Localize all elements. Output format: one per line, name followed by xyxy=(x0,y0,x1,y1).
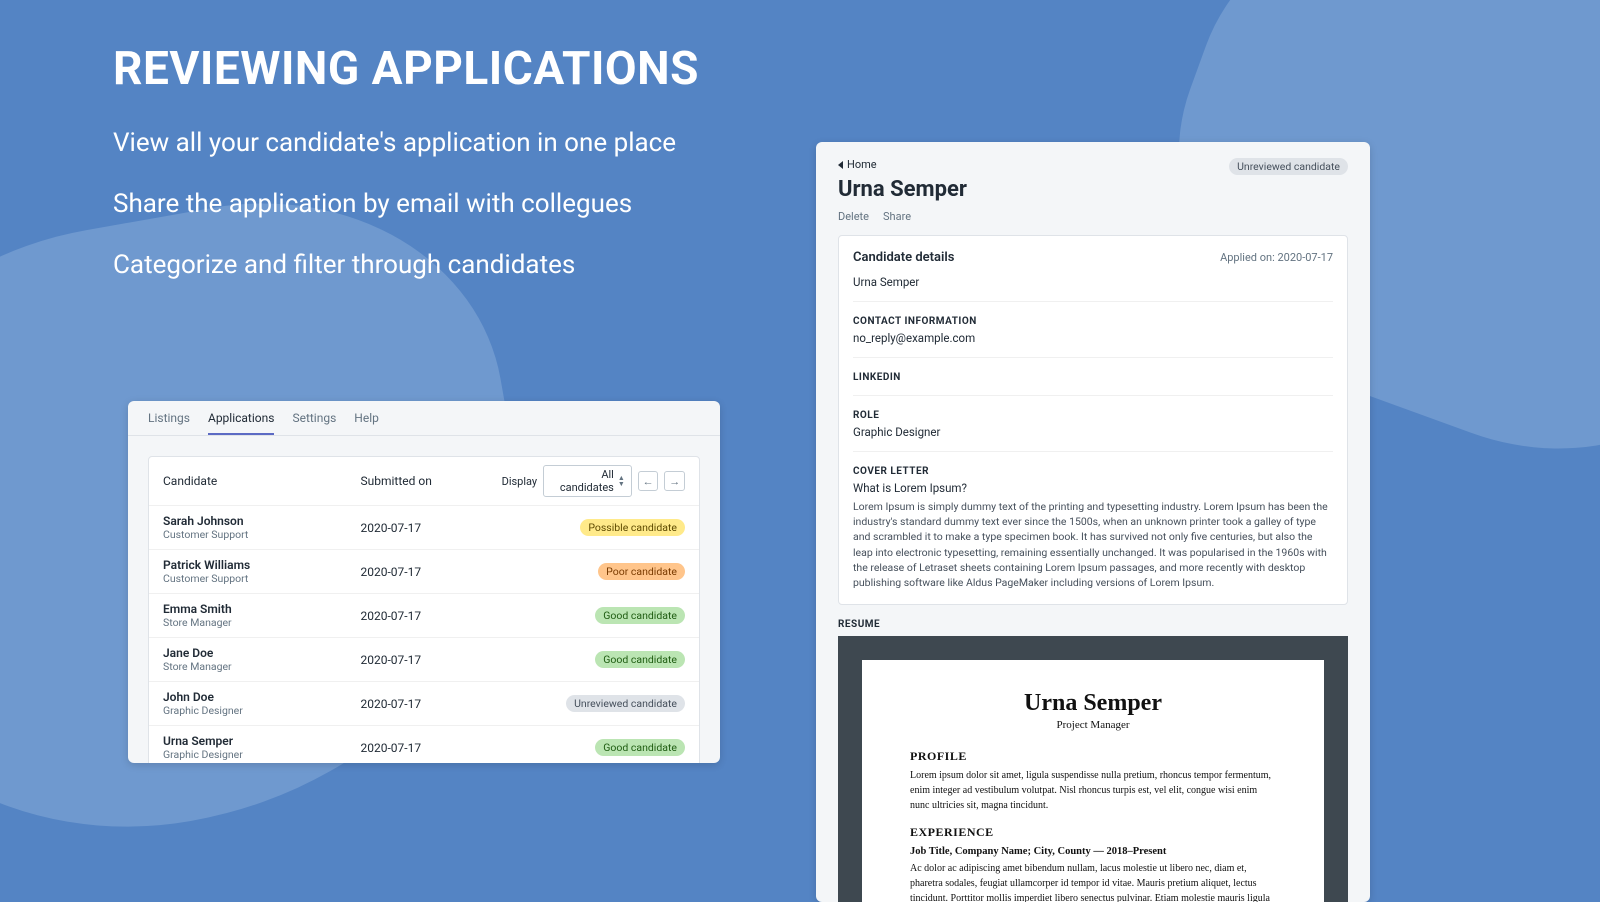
candidate-details-card: Candidate details Applied on: 2020-07-17… xyxy=(838,235,1348,605)
submitted-date: 2020-07-17 xyxy=(361,565,502,579)
hero-line: Categorize and filter through candidates xyxy=(113,246,699,285)
candidate-role: Customer Support xyxy=(163,572,361,585)
submitted-date: 2020-07-17 xyxy=(361,609,502,623)
next-page-button[interactable]: → xyxy=(664,471,685,491)
candidate-name: Jane Doe xyxy=(163,646,361,660)
resume-profile-heading: PROFILE xyxy=(910,749,1276,764)
candidate-name: Urna Semper xyxy=(853,275,1333,289)
candidate-role: Store Manager xyxy=(163,660,361,673)
candidate-name: Patrick Williams xyxy=(163,558,361,572)
tab-listings[interactable]: Listings xyxy=(148,411,190,435)
table-row[interactable]: Sarah JohnsonCustomer Support2020-07-17 P… xyxy=(149,506,699,550)
resume-role: Project Manager xyxy=(910,719,1276,731)
col-header-submitted: Submitted on xyxy=(361,474,502,488)
table-row[interactable]: Urna SemperGraphic Designer2020-07-17 Goo… xyxy=(149,726,699,763)
filter-value: All candidates xyxy=(550,468,614,494)
role-label: ROLE xyxy=(853,410,1333,421)
table-header-row: Candidate Submitted on Display All candi… xyxy=(149,457,699,506)
card-title: Candidate details xyxy=(853,250,954,265)
contact-value: no_reply@example.com xyxy=(853,331,1333,345)
detail-header: Home Urna Semper Delete Share Unreviewed… xyxy=(816,158,1370,235)
cover-letter-label: COVER LETTER xyxy=(853,466,1333,477)
candidate-role: Graphic Designer xyxy=(163,704,361,717)
candidate-role: Store Manager xyxy=(163,616,361,629)
status-badge: Good candidate xyxy=(595,739,685,756)
resume-page: Urna Semper Project Manager PROFILE Lore… xyxy=(862,660,1324,902)
candidate-name: Emma Smith xyxy=(163,602,361,616)
tab-settings[interactable]: Settings xyxy=(292,411,336,435)
home-link[interactable]: Home xyxy=(838,158,967,171)
status-badge: Good candidate xyxy=(595,607,685,624)
tab-bar: Listings Applications Settings Help xyxy=(128,401,720,436)
contact-label: CONTACT INFORMATION xyxy=(853,316,1333,327)
hero-section: REVIEWING APPLICATIONS View all your can… xyxy=(113,42,699,285)
resume-job-title: Job Title, Company Name; City, County — … xyxy=(910,846,1276,857)
table-row[interactable]: John DoeGraphic Designer2020-07-17 Unrevi… xyxy=(149,682,699,726)
chevron-left-icon xyxy=(838,161,843,169)
resume-preview: Urna Semper Project Manager PROFILE Lore… xyxy=(838,636,1348,902)
sort-icon: ▲▼ xyxy=(618,475,625,487)
table-row[interactable]: Emma SmithStore Manager2020-07-17 Good ca… xyxy=(149,594,699,638)
col-header-candidate: Candidate xyxy=(163,474,361,488)
cover-letter-body: Lorem Ipsum is simply dummy text of the … xyxy=(853,499,1333,590)
submitted-date: 2020-07-17 xyxy=(361,697,502,711)
candidate-detail-panel: Home Urna Semper Delete Share Unreviewed… xyxy=(816,142,1370,902)
tab-help[interactable]: Help xyxy=(354,411,379,435)
prev-page-button[interactable]: ← xyxy=(638,471,659,491)
status-badge: Unreviewed candidate xyxy=(566,695,685,712)
candidate-name: Sarah Johnson xyxy=(163,514,361,528)
applications-list-panel: Listings Applications Settings Help Cand… xyxy=(128,401,720,763)
submitted-date: 2020-07-17 xyxy=(361,653,502,667)
resume-name: Urna Semper xyxy=(910,690,1276,717)
candidate-role: Graphic Designer xyxy=(163,748,361,761)
status-badge: Possible candidate xyxy=(580,519,685,536)
status-badge: Unreviewed candidate xyxy=(1229,158,1348,175)
submitted-date: 2020-07-17 xyxy=(361,741,502,755)
status-badge: Good candidate xyxy=(595,651,685,668)
candidate-name: John Doe xyxy=(163,690,361,704)
home-link-label: Home xyxy=(847,158,877,171)
display-label: Display xyxy=(502,475,538,488)
status-badge: Poor candidate xyxy=(598,563,685,580)
table-display-controls: Display All candidates ▲▼ ← → xyxy=(502,465,685,497)
tab-applications[interactable]: Applications xyxy=(208,411,274,435)
candidate-role: Customer Support xyxy=(163,528,361,541)
applied-on-label: Applied on: 2020-07-17 xyxy=(1220,251,1333,264)
role-value: Graphic Designer xyxy=(853,425,1333,439)
candidates-table: Candidate Submitted on Display All candi… xyxy=(148,456,700,763)
candidate-name: Urna Semper xyxy=(163,734,361,748)
resume-job-body: Ac dolor ac adipiscing amet bibendum nul… xyxy=(910,861,1276,902)
delete-button[interactable]: Delete xyxy=(838,210,869,223)
table-row[interactable]: Patrick WilliamsCustomer Support2020-07-… xyxy=(149,550,699,594)
cover-letter-title: What is Lorem Ipsum? xyxy=(853,481,1333,495)
submitted-date: 2020-07-17 xyxy=(361,521,502,535)
table-row[interactable]: Jane DoeStore Manager2020-07-17 Good cand… xyxy=(149,638,699,682)
hero-line: View all your candidate's application in… xyxy=(113,124,699,163)
linkedin-label: LINKEDIN xyxy=(853,372,1333,383)
filter-dropdown[interactable]: All candidates ▲▼ xyxy=(543,465,632,497)
candidate-name-title: Urna Semper xyxy=(838,177,967,202)
resume-experience-heading: EXPERIENCE xyxy=(910,825,1276,840)
page-title: REVIEWING APPLICATIONS xyxy=(113,42,699,96)
share-button[interactable]: Share xyxy=(883,210,911,223)
hero-line: Share the application by email with coll… xyxy=(113,185,699,224)
resume-profile-text: Lorem ipsum dolor sit amet, ligula suspe… xyxy=(910,768,1276,813)
resume-section-label: RESUME xyxy=(816,619,1370,636)
